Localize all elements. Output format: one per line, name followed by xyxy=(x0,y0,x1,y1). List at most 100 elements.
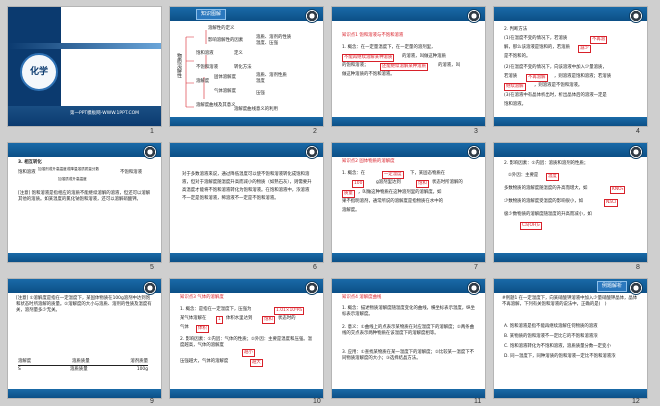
section-heading: 知识点3 气体的溶解度 xyxy=(180,295,224,300)
text-line: 若溶质 xyxy=(504,74,518,79)
slide-thumbnail-6[interactable]: 对于多数溶液来说，通过降低温度可以使不饱和溶液转化成饱和溶液，但对于溶解度随温度… xyxy=(170,143,323,262)
option-c: C. 饱和溶液转化为不饱和溶液，溶质质量分数一定变小 xyxy=(504,344,611,349)
answer-blank: 不再溶解 xyxy=(526,74,548,82)
text-line: (3)在溶液中有晶体析出时，析出晶体后的溶液一定是 xyxy=(504,93,607,98)
bottom-bar xyxy=(332,253,485,262)
text-line: 解，那么该溶液是饱和的，若溶质 xyxy=(504,45,570,50)
slide-thumbnail-9[interactable]: [注意] ①溶解度是指在一定温度下，某固体物质在100g溶剂中达到饱和状态时所溶… xyxy=(8,279,161,398)
bottom-bar xyxy=(170,117,323,126)
slide-number: 6 xyxy=(313,264,317,271)
conversion-arrow-up: 加溶剂或升高温度或降温溶质质量分数 xyxy=(38,167,100,171)
text-line: 是不饱和的。 xyxy=(504,54,531,59)
bottom-bar xyxy=(494,117,647,126)
answer-blank: Ca(OH)₂ xyxy=(520,222,542,230)
table-cell: 溶质质量 xyxy=(70,367,88,372)
slide-thumbnail-4[interactable]: 2. 判断方法 (1)在温度不变的情况下，若溶质 不再溶 解，那么该溶液是饱和的… xyxy=(494,7,647,126)
bottom-bar xyxy=(332,389,485,398)
slide-number: 8 xyxy=(636,264,640,271)
table-row: S 溶质质量 100g xyxy=(18,367,148,373)
text-line: 状态时的 xyxy=(278,316,296,321)
text-line: 溶解度。 xyxy=(342,208,360,213)
answer-blank: 一定温度 xyxy=(382,171,404,179)
tree-item: 固体溶解度 xyxy=(214,75,236,80)
bottom-bar xyxy=(8,253,161,262)
section-heading: 知识点1 饱和溶液与不饱和溶液 xyxy=(342,33,404,38)
text-line: 状态时所溶解的 xyxy=(432,180,463,185)
text-line: 某气体溶解在 xyxy=(180,316,207,321)
top-bar xyxy=(332,279,485,293)
section-heading: 知识点2 固体物质的溶解度 xyxy=(342,159,395,164)
conversion-arrow-down: 加溶质或升高温度 xyxy=(58,177,87,181)
text-line: 2. 影响因素：①内因：溶质和溶剂的性质； xyxy=(504,161,589,166)
answer-blank: 饱和 xyxy=(262,316,275,324)
top-bar xyxy=(8,279,161,293)
question-text: #例题1 在一定温度下，向某硝酸钾溶液中加入少量硝酸钾晶体，晶体不再溶解，下列有… xyxy=(502,296,638,307)
logo-icon xyxy=(467,281,481,295)
option-a: A. 饱和溶液是指不能再继续溶解任何物质的溶液 xyxy=(504,324,598,329)
slide-number: 12 xyxy=(632,398,640,405)
slide-thumbnail-12[interactable]: 例题解析 #例题1 在一定温度下，向某硝酸钾溶液中加入少量硝酸钾晶体，晶体不再溶… xyxy=(494,279,647,398)
top-bar xyxy=(494,7,647,21)
logo-icon xyxy=(467,145,481,159)
bottom-bar xyxy=(170,253,323,262)
answer-blank: 越小 xyxy=(242,349,255,357)
tree-item: 影响溶解性的因素 xyxy=(208,38,244,43)
slide-thumbnail-2[interactable]: 知识图解 物质溶解性 溶解性的定义 影响溶解性的因素 溶质、溶剂的性质 温度、压… xyxy=(170,7,323,126)
slide-thumbnail-11[interactable]: 知识点4 溶解度曲线 1. 概念：描述物质溶解度随温度变化的曲线，横坐标表示温度… xyxy=(332,279,485,398)
answer-blank: KNO₃ xyxy=(610,186,626,194)
top-bar xyxy=(170,143,323,157)
text-line: 的溶液，叫做这种溶质 xyxy=(402,54,446,59)
top-bar xyxy=(332,7,485,21)
tree-item: 气体溶解度 xyxy=(214,89,236,94)
answer-blank: 继续溶解 xyxy=(504,83,526,91)
slide-title: 7.2 物质溶解的量 xyxy=(66,25,140,35)
slide-thumbnail-1[interactable]: 7.2 物质溶解的量 化学 第一PPT模板网-WWW.1PPT.COM xyxy=(8,7,161,126)
text-line: ，则溶液是饱和溶液；若溶质 xyxy=(554,74,612,79)
table-header-cell: 溶质质量 xyxy=(72,359,90,364)
table-cell: 100g xyxy=(136,367,148,372)
text-line: 少数物质的溶解度受温度的影响很小，如 xyxy=(504,199,584,204)
slide-thumbnail-10[interactable]: 知识点3 气体的溶解度 1. 概念：是指在一定温度下，压强为 1.01×10⁵P… xyxy=(170,279,323,398)
text-line: 体积水里达到 xyxy=(226,316,253,321)
tree-item: 转化方法 xyxy=(234,65,252,70)
text-line: ，叫做这种物质在这种溶剂里的溶解度。如 xyxy=(358,190,442,195)
tree-item: 温度、压强 xyxy=(256,41,278,46)
text-line: 2. 影响因素：①内因：气体的性质；②外因：主要是温度和压强。温度越高，气体的溶… xyxy=(180,337,313,348)
answer-blank: 100 xyxy=(352,180,365,188)
answer-blank: NaCl xyxy=(604,199,619,207)
text-line: 1. 概念：描述物质溶解度随温度变化的曲线，横坐标表示温度，纵坐标表示溶解度。 xyxy=(342,306,475,317)
text-line: ，则溶液是不饱和溶液。 xyxy=(534,83,583,88)
text-line: 压强越大，气体的溶解度 xyxy=(180,359,229,364)
bottom-bar xyxy=(332,117,485,126)
text-line: 饱和溶液。 xyxy=(504,102,526,107)
logo-icon xyxy=(143,281,157,295)
table-header: 溶解度 溶质质量 溶剂质量 xyxy=(18,359,148,366)
answer-blank: 质量 xyxy=(342,190,355,198)
text-line: 1. 概念：在一定量温度下，在一定量的溶剂里， xyxy=(342,45,436,50)
slide-thumbnail-7[interactable]: 知识点2 固体物质的溶解度 1. 概念：在 一定温度 下，某固态物质在 100 … xyxy=(332,143,485,262)
slide-number: 5 xyxy=(150,264,154,271)
answer-blank: 不再溶 xyxy=(590,36,608,44)
text-line: 不饱和溶液 xyxy=(120,170,142,175)
slide1-band xyxy=(8,43,161,49)
logo-icon xyxy=(629,145,643,159)
slide1-bottom xyxy=(8,106,161,126)
slide-number: 11 xyxy=(474,398,482,405)
tree-item: 饱和溶液 xyxy=(196,51,214,56)
text-line: 多数物质的溶解度随温度的升高而增大，如 xyxy=(504,186,588,191)
tree-item: 不饱和溶液 xyxy=(196,65,218,70)
slide-thumbnail-5[interactable]: 3. 相互转化 饱和溶液 加溶剂或升高温度或降温溶质质量分数 不饱和溶液 加溶质… xyxy=(8,143,161,262)
bottom-bar xyxy=(170,389,323,398)
slide-number: 3 xyxy=(474,128,478,135)
slide-thumbnail-8[interactable]: 2. 影响因素：①内因：溶质和溶剂的性质； ②外因：主要是 温度 多数物质的溶解… xyxy=(494,143,647,262)
text-line: (1)在温度不变的情况下，若溶质 xyxy=(504,36,568,41)
slide-number: 10 xyxy=(313,398,321,405)
slide-number: 1 xyxy=(150,128,154,135)
logo-icon xyxy=(305,281,319,295)
text-line: ②外因：主要是 xyxy=(508,173,539,178)
section-tag: 例题解析 xyxy=(596,281,627,292)
body-text: [注意] ①溶解度是指在一定温度下，某固体物质在100g溶剂中达到饱和状态时所溶… xyxy=(16,296,152,313)
slide-thumbnail-3[interactable]: 知识点1 饱和溶液与不饱和溶液 1. 概念：在一定量温度下，在一定量的溶剂里， … xyxy=(332,7,485,126)
tree-item: 定义 xyxy=(234,51,243,56)
tree-item: 溶解性的定义 xyxy=(208,26,235,31)
